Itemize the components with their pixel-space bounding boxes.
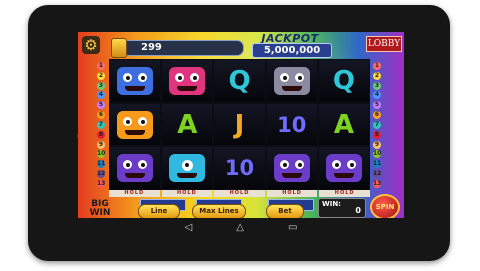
payline-marker: 12 <box>97 170 106 179</box>
payline-marker: 9 <box>97 140 105 149</box>
credits-display: 299 <box>111 38 244 58</box>
payline-marker: 8 <box>97 130 105 139</box>
payline-marker: 11 <box>373 160 382 169</box>
reel-cell: 10 <box>266 103 317 146</box>
ninja-monster-icon <box>117 110 154 139</box>
bet-button[interactable]: Bet <box>266 204 304 218</box>
payline-marker: 2 <box>373 71 381 80</box>
payline-marker: 6 <box>97 111 105 120</box>
symbol-q: Q <box>332 65 355 96</box>
reel-cell <box>318 147 370 190</box>
purple-monster-icon <box>273 154 310 183</box>
reel-cell <box>162 60 213 102</box>
spin-button[interactable]: SPIN <box>370 194 400 218</box>
top-bar: ⚙ 299 JACKPOT 5,000,000 LOBBY <box>78 32 404 58</box>
cyclops-monster-icon <box>169 154 206 183</box>
payline-marker: 4 <box>97 91 105 100</box>
payline-marker: 8 <box>373 130 381 139</box>
reel-cell: A <box>162 103 213 146</box>
reel-cell <box>110 103 161 146</box>
reel-cell <box>162 147 213 190</box>
big-win-logo: BIG WIN <box>80 200 120 218</box>
reel-cell: Q <box>214 60 265 102</box>
symbol-10: 10 <box>224 156 255 181</box>
max-lines-button[interactable]: Max Lines <box>192 204 246 218</box>
reel-cell <box>110 60 161 102</box>
payline-marker: 13 <box>97 179 106 188</box>
home-icon[interactable]: △ <box>236 223 244 233</box>
symbol-a: A <box>333 109 354 140</box>
payline-marker: 7 <box>97 120 105 129</box>
payline-marker: 5 <box>373 101 381 110</box>
payline-marker: 1 <box>97 62 105 70</box>
reel: A <box>162 60 213 190</box>
symbol-j: J <box>234 109 245 140</box>
payline-marker: 13 <box>373 179 382 188</box>
symbol-a: A <box>177 109 198 140</box>
payline-marker: 12 <box>373 170 382 179</box>
purple-monster-icon <box>325 154 362 183</box>
blue-monster-icon <box>117 66 154 95</box>
payline-marker: 5 <box>97 101 105 110</box>
reel: Q J 10 <box>214 60 265 190</box>
payline-marker: 10 <box>373 150 382 159</box>
win-value: 0 <box>355 206 361 215</box>
symbol-10: 10 <box>277 112 307 137</box>
paylines-left: 1 2 3 4 5 6 7 8 9 10 11 12 13 <box>97 62 106 188</box>
bottom-controls: BIG WIN Line Max Lines Bet WIN: 0 SPIN <box>78 190 404 218</box>
win-label: WIN: <box>322 200 341 208</box>
reel-cell <box>266 147 317 190</box>
payline-marker: 1 <box>373 62 381 70</box>
reel: QA <box>318 60 370 190</box>
win-display: WIN: 0 <box>318 198 366 218</box>
payline-marker: 4 <box>373 91 381 100</box>
back-icon[interactable]: ◁ <box>185 223 193 233</box>
slot-game-screen: ⚙ 299 JACKPOT 5,000,000 LOBBY 1234567891… <box>78 32 404 218</box>
payline-marker: 7 <box>373 120 381 129</box>
reel-cell: 10 <box>214 147 265 190</box>
jackpot-value: 5,000,000 <box>252 43 332 58</box>
line-button[interactable]: Line <box>138 204 180 218</box>
shark-monster-icon <box>273 66 310 95</box>
payline-marker: 9 <box>373 140 381 149</box>
reel <box>110 60 161 190</box>
lobby-button[interactable]: LOBBY <box>366 36 402 52</box>
payline-marker: 6 <box>373 111 381 120</box>
reels-grid: A Q J 10 10 Q A <box>109 59 370 190</box>
paylines-right: 1 2 3 4 5 6 7 8 9 10 11 12 13 <box>373 62 382 188</box>
payline-marker: 3 <box>373 81 381 90</box>
big-win-line2: WIN <box>89 208 111 218</box>
payline-marker: 2 <box>97 71 105 80</box>
pink-monster-icon <box>169 66 206 95</box>
coins-icon <box>111 38 127 58</box>
credits-value: 299 <box>141 42 162 53</box>
android-nav-bar: ◁ △ ▭ <box>78 219 404 237</box>
reel: 10 <box>266 60 317 190</box>
reel-cell: Q <box>318 60 370 102</box>
payline-marker: 10 <box>97 150 106 159</box>
reel-cell: J <box>214 103 265 146</box>
recent-apps-icon[interactable]: ▭ <box>288 223 297 233</box>
reel-cell <box>110 147 161 190</box>
purple-monster-icon <box>117 154 154 183</box>
payline-marker: 3 <box>97 81 105 90</box>
reel-cell <box>266 60 317 102</box>
symbol-q: Q <box>228 65 251 96</box>
payline-marker: 11 <box>97 160 106 169</box>
settings-gear-icon[interactable]: ⚙ <box>82 36 100 54</box>
reel-cell: A <box>318 103 370 146</box>
